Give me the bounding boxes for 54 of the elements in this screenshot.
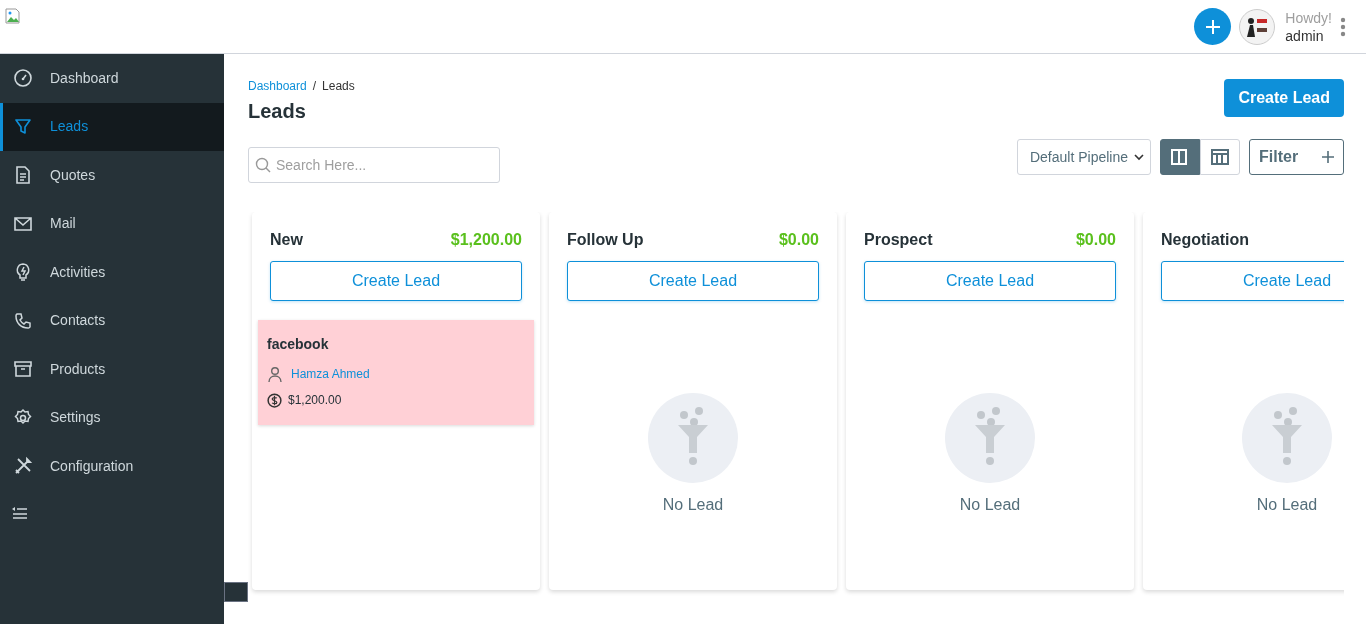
phone-icon [13,310,33,331]
columns-icon [1170,148,1190,166]
stage-name: Follow Up [567,230,644,250]
user-name[interactable]: admin [1285,26,1332,45]
empty-funnel-icon [648,393,738,483]
collapse-icon[interactable] [12,504,28,519]
empty-state-text: No Lead [1256,495,1318,515]
stage-total: $1,200.00 [450,230,522,250]
more-icon[interactable] [1340,16,1346,37]
archive-box-icon [13,359,33,380]
document-icon [13,165,33,186]
stage-name: Prospect [864,230,933,250]
search-field[interactable]: Search Here... [248,147,500,183]
avatar[interactable] [1239,8,1276,45]
dashboard-icon [13,68,33,89]
sidebar-item[interactable]: Dashboard [0,54,224,103]
kanban-view-button[interactable] [1160,139,1200,175]
stage-total: $0.00 [778,230,819,250]
empty-state-text: No Lead [959,495,1021,515]
table-view-button[interactable] [1200,139,1240,175]
person-icon [267,366,283,382]
empty-funnel-icon [1242,393,1332,483]
sidebar-item[interactable]: Configuration [0,442,224,491]
plus-icon [1322,151,1334,163]
lead-title: facebook [267,335,330,354]
chevron-down-icon [1134,153,1144,161]
breadcrumb-link[interactable]: Dashboard [248,78,307,94]
lead-card[interactable]: facebook Hamza Ahmed $1,200.00 [258,320,534,425]
funnel-icon [13,116,33,137]
dollar-icon [267,392,282,408]
sidebar-item[interactable]: Products [0,345,224,394]
empty-funnel-icon [945,393,1035,483]
sidebar-item[interactable]: Activities [0,248,224,297]
greeting-text: Howdy! [1285,8,1332,27]
broken-image-icon [5,8,21,24]
empty-state-text: No Lead [662,495,724,515]
plus-icon [1203,17,1222,36]
filter-button[interactable]: Filter [1249,139,1344,175]
add-button[interactable] [1194,8,1232,45]
pipeline-select[interactable]: Default Pipeline [1016,139,1151,175]
sidebar-item[interactable]: Contacts [0,296,224,345]
stage-name: New [270,230,303,250]
sidebar-item[interactable]: Leads [0,102,224,151]
search-icon [255,157,271,173]
sidebar-item[interactable]: Settings [0,393,224,442]
lead-amount: $1,200.00 [288,392,342,409]
page-title: Leads [248,99,307,124]
sidebar-item[interactable]: Mail [0,199,224,248]
sidebar-item[interactable]: Quotes [0,151,224,200]
breadcrumb-current: Leads [322,78,355,94]
stage-name: Negotiation [1161,230,1249,250]
breadcrumb-separator: / [312,78,317,94]
table-icon [1210,148,1230,166]
stage-total: $0.00 [1075,230,1116,250]
